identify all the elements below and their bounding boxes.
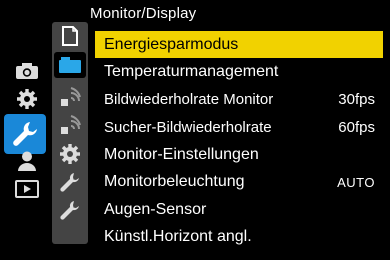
menu-item-kuenstl-horizont[interactable]: Künstl.Horizont angl. — [95, 224, 383, 251]
menu-item-sucher-bildwiederholrate[interactable]: Sucher-Bildwiederholrate 60fps — [95, 114, 383, 141]
page-title: Monitor/Display — [90, 5, 197, 22]
page-6-icon[interactable] — [56, 170, 84, 194]
page-2-icon[interactable] — [54, 52, 86, 78]
menu-item-label: Temperaturmanagement — [104, 63, 279, 80]
main-tab-bar — [0, 0, 48, 260]
tab-wrench[interactable] — [4, 114, 46, 154]
camera-icon[interactable] — [14, 60, 40, 82]
menu-item-bildwiederholrate-monitor[interactable]: Bildwiederholrate Monitor 30fps — [95, 86, 383, 113]
menu-item-label: Augen-Sensor — [104, 200, 207, 218]
wrench-icon — [13, 122, 38, 146]
menu-item-monitorbeleuchtung[interactable]: Monitorbeleuchtung AUTO — [95, 169, 383, 196]
menu-item-label: Bildwiederholrate Monitor — [104, 91, 274, 108]
menu-item-label: Monitorbeleuchtung — [104, 173, 245, 190]
menu-item-value: 60fps — [338, 118, 375, 136]
page-1-icon[interactable] — [56, 24, 84, 48]
menu-item-temperaturmanagement[interactable]: Temperaturmanagement — [95, 59, 383, 86]
person-icon[interactable] — [14, 150, 40, 172]
page-3-icon[interactable] — [56, 84, 84, 108]
menu-item-energiesparmodus[interactable]: Energiesparmodus — [95, 31, 383, 58]
menu-item-augen-sensor[interactable]: Augen-Sensor — [95, 196, 383, 223]
page-5-icon[interactable] — [56, 142, 84, 166]
page-4-icon[interactable] — [56, 112, 84, 136]
menu-item-monitor-einstellungen[interactable]: Monitor-Einstellungen — [95, 141, 383, 168]
play-icon[interactable] — [14, 178, 40, 200]
menu-item-label: Sucher-Bildwiederholrate — [104, 118, 272, 136]
menu-item-label: Künstl.Horizont angl. — [104, 228, 252, 245]
menu-list: Energiesparmodus Temperaturmanagement Bi… — [95, 31, 383, 251]
page-7-icon[interactable] — [56, 198, 84, 222]
gear-icon[interactable] — [14, 88, 40, 110]
menu-item-value: AUTO — [337, 174, 375, 190]
menu-item-label: Energiesparmodus — [104, 35, 239, 53]
menu-item-label: Monitor-Einstellungen — [104, 145, 259, 163]
menu-item-value: 30fps — [338, 91, 375, 108]
